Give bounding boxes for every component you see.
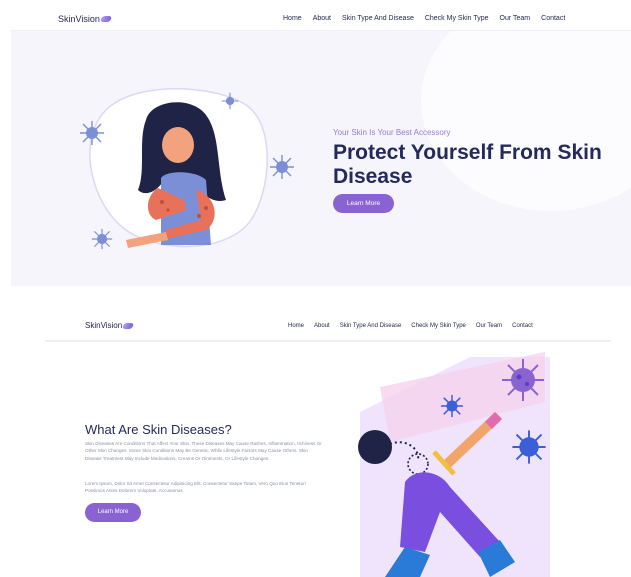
hero-screenshot: SkinVision Home About Skin Type And Dise… (11, 8, 631, 286)
logo-icon (122, 322, 135, 329)
virus-icon (80, 121, 104, 145)
brand-logo[interactable]: SkinVision (85, 321, 135, 330)
section-title: What Are Skin Diseases? (85, 422, 232, 437)
top-navbar: SkinVision Home About Skin Type And Dise… (45, 312, 611, 342)
hero-tagline: Your Skin Is Your Best Accessory (333, 128, 451, 137)
nav-link-team[interactable]: Our Team (476, 323, 502, 329)
section-paragraph-2: Lorem Ipsum, Dolor Sit Amet Consectetur … (85, 481, 306, 494)
brand-name: SkinVision (58, 14, 100, 24)
nav-link-check-skin[interactable]: Check My Skin Type (411, 323, 466, 329)
nav-links: Home About Skin Type And Disease Check M… (283, 15, 576, 22)
top-navbar: SkinVision Home About Skin Type And Dise… (11, 8, 631, 31)
section-screenshot: SkinVision Home About Skin Type And Dise… (45, 312, 611, 577)
nav-link-about[interactable]: About (313, 15, 331, 22)
nav-link-home[interactable]: Home (283, 15, 302, 22)
virus-icon (502, 359, 544, 401)
nav-link-skin-type[interactable]: Skin Type And Disease (342, 15, 414, 22)
nav-link-contact[interactable]: Contact (512, 323, 533, 329)
virus-icon (91, 228, 113, 250)
brand-logo[interactable]: SkinVision (58, 14, 112, 24)
hero-learn-more-button[interactable]: Learn More (333, 194, 394, 213)
nav-link-about[interactable]: About (314, 323, 330, 329)
logo-icon (99, 16, 112, 22)
virus-icon (221, 92, 239, 110)
nav-link-skin-type[interactable]: Skin Type And Disease (340, 323, 402, 329)
nav-link-contact[interactable]: Contact (541, 15, 565, 22)
brand-name: SkinVision (85, 321, 123, 330)
virus-icon (270, 155, 294, 179)
nav-link-check-skin[interactable]: Check My Skin Type (425, 15, 489, 22)
nav-link-team[interactable]: Our Team (500, 15, 531, 22)
nav-links: Home About Skin Type And Disease Check M… (288, 323, 543, 329)
section-paragraph-1: Skin Diseases Are Conditions That Affect… (85, 441, 322, 461)
hero-title: Protect Yourself From Skin Disease (333, 141, 602, 188)
virus-icon (440, 394, 464, 418)
virus-icon (512, 430, 546, 464)
nav-link-home[interactable]: Home (288, 323, 304, 329)
section-learn-more-button[interactable]: Learn More (85, 503, 141, 522)
